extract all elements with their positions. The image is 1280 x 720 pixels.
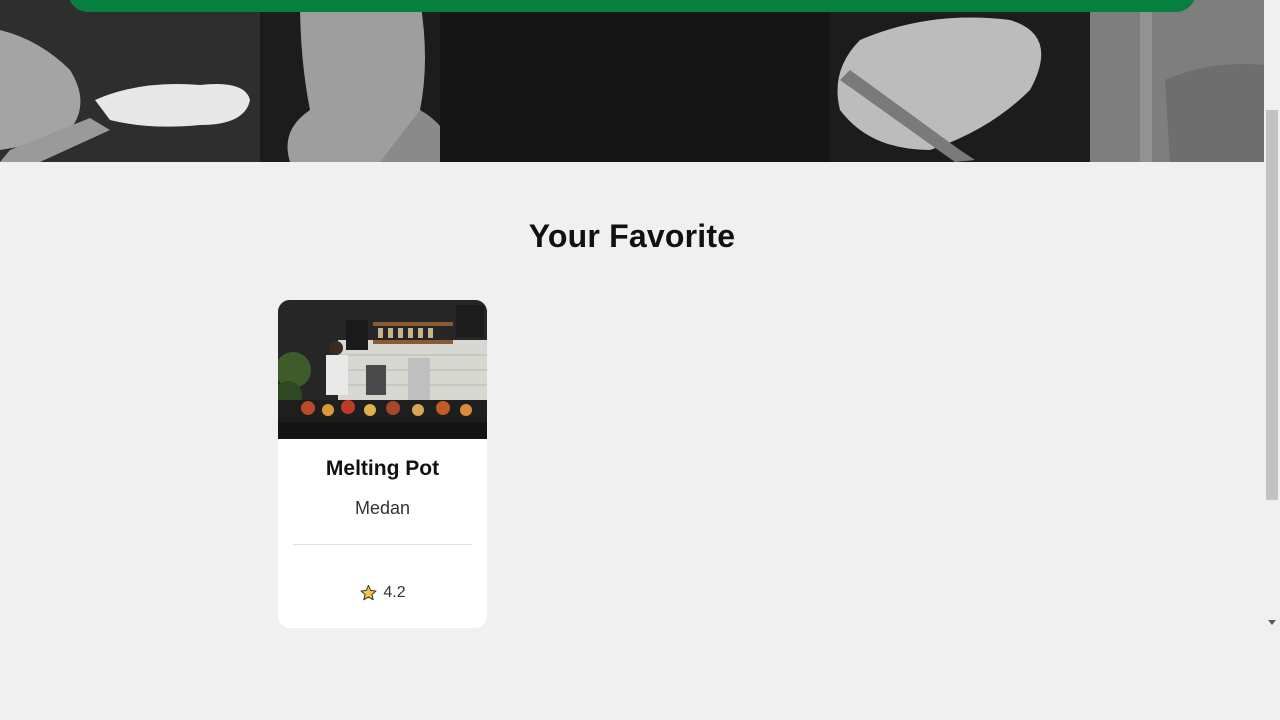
vertical-scrollbar[interactable]	[1264, 0, 1280, 720]
restaurant-city: Medan	[354, 498, 411, 518]
hero-banner	[0, 0, 1264, 162]
section-title: Your Favorite	[528, 218, 736, 254]
page: Your Favorite Melting Pot Medan 4.2	[0, 0, 1264, 720]
hero-dining-photo	[0, 0, 1264, 162]
restaurant-photo	[278, 300, 487, 439]
star-icon	[360, 584, 377, 601]
restaurant-rating: 4.2	[278, 584, 487, 602]
navigation-bar	[68, 0, 1196, 12]
scroll-down-arrow-icon[interactable]	[1268, 620, 1276, 625]
scrollbar-thumb[interactable]	[1266, 110, 1278, 500]
browser-viewport: Your Favorite Melting Pot Medan 4.2	[0, 0, 1280, 720]
restaurant-card[interactable]: Melting Pot Medan 4.2	[278, 300, 487, 628]
rating-value: 4.2	[383, 584, 406, 601]
restaurant-name: Melting Pot	[325, 457, 440, 480]
card-divider	[293, 544, 472, 545]
